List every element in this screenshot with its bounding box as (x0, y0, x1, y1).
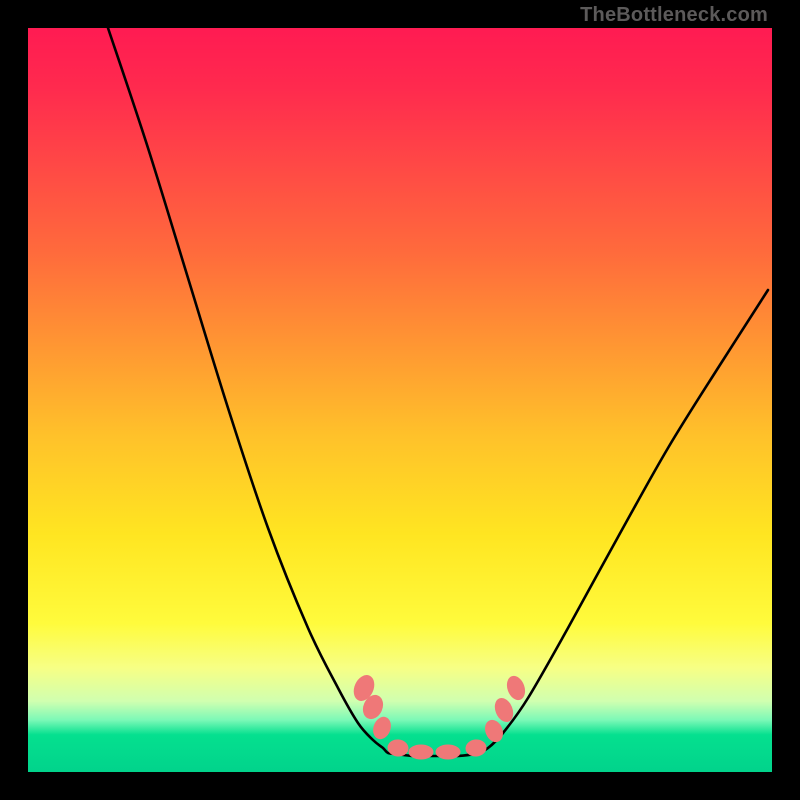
chart-frame: TheBottleneck.com (0, 0, 800, 800)
floor-marker (371, 715, 394, 741)
floor-marker (409, 745, 433, 759)
floor-marker (482, 718, 505, 744)
chart-svg (28, 28, 772, 772)
floor-marker (436, 745, 460, 759)
chart-marker-group (350, 672, 527, 759)
floor-marker (504, 674, 527, 702)
chart-line-group (108, 28, 768, 756)
chart-plot-area (28, 28, 772, 772)
bottleneck-curve (108, 28, 768, 756)
watermark-label: TheBottleneck.com (580, 4, 768, 27)
